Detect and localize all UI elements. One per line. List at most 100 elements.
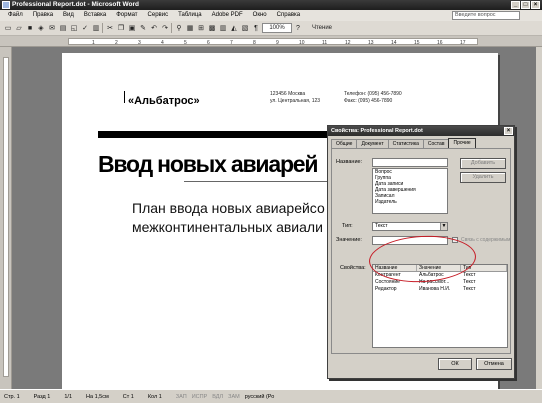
dialog-close-icon[interactable]: × (504, 127, 513, 135)
standard-toolbar: ▭ ▱ ■ ◈ ✉ ▤ ◱ ✓ ▥ ✂ ❐ ▣ ✎ ↶ ↷ ⚲ ▦ ⊞ ▩ ▥ … (0, 21, 542, 36)
status-mode-record[interactable]: ЗАП (176, 394, 187, 400)
menu-insert[interactable]: Вставка (79, 10, 111, 21)
tab-general[interactable]: Общие (331, 139, 358, 148)
minimize-button[interactable]: _ (511, 1, 520, 9)
status-mode-extend[interactable]: ВДЛ (212, 394, 223, 400)
print-icon[interactable]: ▤ (58, 23, 68, 33)
undo-icon[interactable]: ↶ (149, 23, 159, 33)
status-mode-overtype[interactable]: ЗАМ (228, 394, 240, 400)
value-input[interactable] (372, 236, 448, 245)
text-cursor (124, 91, 125, 103)
property-name: Редактор (375, 286, 397, 292)
menu-table[interactable]: Таблица (173, 10, 207, 21)
show-hide-icon[interactable]: ¶ (251, 23, 261, 33)
paste-icon[interactable]: ▣ (127, 23, 137, 33)
name-label: Название: (336, 159, 363, 165)
document-body-text: План ввода новых авиарейсо межконтинента… (132, 200, 325, 235)
status-pages: 1/1 (64, 393, 73, 400)
type-select[interactable]: Текст ▼ (372, 222, 448, 231)
value-label: Значение: (336, 237, 362, 243)
copy-icon[interactable]: ❐ (116, 23, 126, 33)
menu-format[interactable]: Формат (111, 10, 142, 21)
ruler-tick: 6 (207, 40, 210, 46)
menu-file[interactable]: Файл (3, 10, 28, 21)
menu-adobe-pdf[interactable]: Adobe PDF (207, 10, 248, 21)
ruler-tick: 17 (460, 40, 466, 46)
help-question-input[interactable]: Введите вопрос (452, 11, 520, 20)
cancel-button[interactable]: Отмена (476, 358, 512, 370)
table-row[interactable]: Редактор Иванова Н.И. Текст (373, 286, 507, 293)
spelling-icon[interactable]: ✓ (80, 23, 90, 33)
permission-icon[interactable]: ◈ (36, 23, 46, 33)
zoom-select[interactable]: 100% (262, 23, 292, 33)
delete-button[interactable]: Удалить (460, 172, 506, 183)
new-document-icon[interactable]: ▭ (3, 23, 13, 33)
dialog-title-bar: Свойства: Professional Report.dot × (328, 126, 514, 136)
window-controls: _ □ × (511, 1, 540, 9)
open-folder-icon[interactable]: ▱ (14, 23, 24, 33)
add-button[interactable]: Добавить (460, 158, 506, 169)
horizontal-ruler[interactable]: 1 2 3 4 5 6 7 8 9 10 11 12 13 14 15 16 17 (0, 36, 542, 47)
document-heading: Ввод новых авиарей (98, 151, 319, 177)
menu-view[interactable]: Вид (58, 10, 79, 21)
ok-button[interactable]: ОК (438, 358, 472, 370)
properties-label: Свойства: (340, 265, 366, 271)
column-header-value[interactable]: Значение (417, 265, 461, 271)
status-line: Ст 1 (122, 393, 134, 400)
properties-table[interactable]: Название Значение Тип Контрагент Альбатр… (372, 264, 508, 348)
link-to-content-label: Связь с содержимым (461, 237, 511, 243)
read-button[interactable]: Чтение (304, 23, 340, 33)
ruler-tick: 12 (345, 40, 351, 46)
status-section: Разд 1 (33, 393, 51, 400)
link-to-content-checkbox[interactable] (452, 237, 458, 243)
word-window: Professional Report.dot - Microsoft Word… (0, 0, 542, 403)
cut-icon[interactable]: ✂ (105, 23, 115, 33)
close-button[interactable]: × (531, 1, 540, 9)
research-icon[interactable]: ▥ (91, 23, 101, 33)
redo-icon[interactable]: ↷ (160, 23, 170, 33)
ruler-tick: 3 (138, 40, 141, 46)
document-map-icon[interactable]: ▧ (240, 23, 250, 33)
maximize-button[interactable]: □ (521, 1, 530, 9)
help-icon[interactable]: ? (293, 23, 303, 33)
table-row[interactable]: Состояние На рассмот... Текст (373, 279, 507, 286)
vertical-ruler[interactable] (0, 47, 12, 389)
column-header-type[interactable]: Тип (461, 265, 507, 271)
status-mode-track[interactable]: ИСПР (192, 394, 208, 400)
tab-custom[interactable]: Прочие (448, 138, 476, 148)
ruler-tick: 4 (161, 40, 164, 46)
insert-excel-icon[interactable]: ▩ (207, 23, 217, 33)
menu-help[interactable]: Справка (272, 10, 306, 21)
tab-contents[interactable]: Состав (422, 139, 450, 148)
drawing-icon[interactable]: ◭ (229, 23, 239, 33)
vertical-scrollbar[interactable] (536, 47, 542, 389)
name-listbox[interactable]: Вопрос Группа Дата записи Дата завершени… (372, 168, 448, 214)
columns-icon[interactable]: ▥ (218, 23, 228, 33)
ruler-tick: 11 (322, 40, 328, 46)
name-input[interactable] (372, 158, 448, 167)
column-header-name[interactable]: Название (373, 265, 417, 271)
chevron-down-icon[interactable]: ▼ (440, 223, 447, 230)
menu-edit[interactable]: Правка (28, 10, 58, 21)
property-name: Контрагент (375, 272, 401, 278)
print-preview-icon[interactable]: ◱ (69, 23, 79, 33)
menu-window[interactable]: Окно (248, 10, 272, 21)
insert-table-icon[interactable]: ⊞ (196, 23, 206, 33)
menu-tools[interactable]: Сервис (143, 10, 174, 21)
company-name: «Альбатрос» (128, 95, 200, 107)
ruler-tick: 9 (276, 40, 279, 46)
save-icon[interactable]: ■ (25, 23, 35, 33)
tab-document[interactable]: Документ (356, 139, 389, 148)
table-row[interactable]: Контрагент Альбатрос Текст (373, 272, 507, 279)
ruler-tick: 13 (368, 40, 374, 46)
company-contacts: Телефон: (095) 456-7890 Факс: (095) 456-… (344, 91, 402, 104)
tables-borders-icon[interactable]: ▦ (185, 23, 195, 33)
type-value: Текст (375, 223, 388, 229)
email-icon[interactable]: ✉ (47, 23, 57, 33)
ruler-tick: 16 (437, 40, 443, 46)
hyperlink-icon[interactable]: ⚲ (174, 23, 184, 33)
word-app-icon (2, 1, 10, 9)
format-painter-icon[interactable]: ✎ (138, 23, 148, 33)
tab-statistics[interactable]: Статистика (387, 139, 424, 148)
list-item[interactable]: Издатель (375, 199, 447, 205)
